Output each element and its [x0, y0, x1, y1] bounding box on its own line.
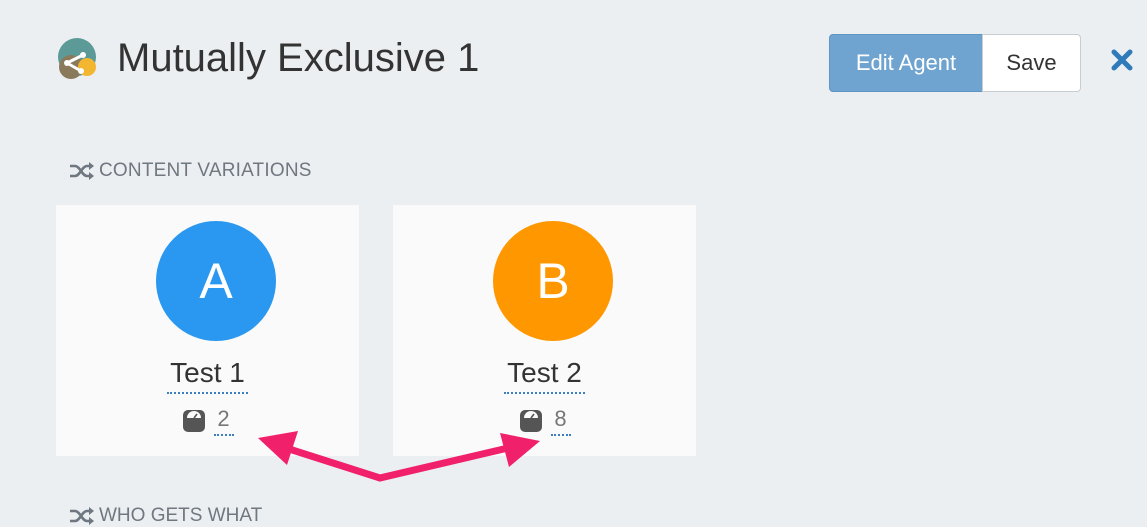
who-gets-what-header: WHO GETS WHAT [69, 505, 262, 527]
variation-card-a[interactable]: A Test 1 2 [56, 205, 359, 456]
weight-value[interactable]: 2 [213, 406, 234, 436]
content-variations-header: CONTENT VARIATIONS [69, 159, 312, 183]
variation-card-b[interactable]: B Test 2 8 [393, 205, 696, 456]
shuffle-icon [70, 507, 94, 525]
section-title: CONTENT VARIATIONS [99, 160, 312, 181]
close-icon[interactable] [1110, 48, 1134, 72]
save-button[interactable]: Save [982, 34, 1081, 92]
variation-avatar: B [493, 221, 613, 341]
page-title: Mutually Exclusive 1 [117, 36, 480, 80]
variation-name-link[interactable]: Test 2 [504, 355, 585, 394]
section-title: WHO GETS WHAT [99, 505, 263, 526]
shuffle-icon [70, 162, 94, 180]
variation-name-link[interactable]: Test 1 [167, 355, 248, 394]
variation-avatar: A [156, 221, 276, 341]
variation-name: Test 1 [56, 355, 359, 394]
scale-icon [519, 410, 542, 432]
weight-row: 8 [393, 406, 696, 436]
weight-value[interactable]: 8 [550, 406, 571, 436]
variation-letter: A [199, 253, 233, 309]
edit-agent-button[interactable]: Edit Agent [829, 34, 983, 92]
agent-avatar-icon [58, 38, 96, 79]
variation-name: Test 2 [393, 355, 696, 394]
weight-row: 2 [56, 406, 359, 436]
scale-icon [182, 410, 205, 432]
variation-letter: B [536, 253, 570, 309]
